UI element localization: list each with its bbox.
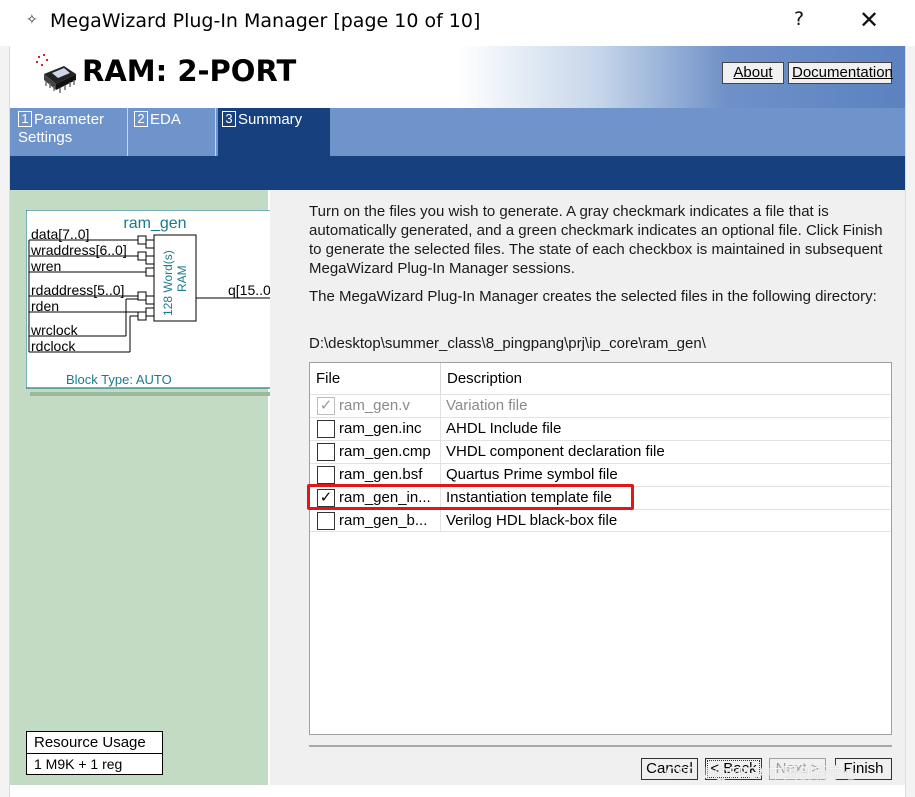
tab-number: 3 <box>222 111 236 127</box>
description-cell: Verilog HDL black-box file <box>446 512 618 529</box>
header-banner: RAM: 2-PORT About Documentation <box>10 46 905 108</box>
block-diagram: ram_gen 128 Word(s) RAM data[7..0] wradd… <box>26 210 288 396</box>
resource-usage-box: Resource Usage 1 M9K + 1 reg <box>26 731 163 775</box>
help-button[interactable]: ? <box>786 8 812 38</box>
table-row: ram_gen_b... Verilog HDL black-box file <box>310 509 891 532</box>
description-cell: Quartus Prime symbol file <box>446 466 618 483</box>
file-checkbox[interactable] <box>317 512 335 530</box>
file-cell: ram_gen.bsf <box>310 464 441 486</box>
tab-strip: 1 Parameter Settings 2 EDA 3 Summary <box>10 108 905 156</box>
table-row: ram_gen.cmp VHDL component declaration f… <box>310 440 891 463</box>
resource-usage-title: Resource Usage <box>27 732 162 754</box>
file-cell: ✓ ram_gen.v <box>310 395 441 417</box>
resource-usage-value: 1 M9K + 1 reg <box>34 756 123 772</box>
file-name: ram_gen.cmp <box>339 443 431 460</box>
ram-label-words: 128 Word(s) <box>161 250 175 316</box>
close-button[interactable]: ✕ <box>852 6 886 40</box>
file-cell: ram_gen.cmp <box>310 441 441 463</box>
ram-label-ram: RAM <box>175 265 189 292</box>
tab-label: EDA <box>150 111 181 128</box>
tab-eda[interactable]: 2 EDA <box>130 108 216 156</box>
table-row: ram_gen.bsf Quartus Prime symbol file <box>310 463 891 486</box>
file-checkbox[interactable]: ✓ <box>317 397 335 415</box>
column-header-file[interactable]: File <box>310 363 441 394</box>
file-cell: ram_gen_b... <box>310 510 441 532</box>
watermark: CSDN @FPGA中国创新中心 <box>666 764 859 782</box>
table-row: ✓ ram_gen.v Variation file <box>310 394 891 417</box>
directory-intro-text: The MegaWizard Plug-In Manager creates t… <box>309 288 877 305</box>
file-checkbox[interactable] <box>317 420 335 438</box>
window-title: MegaWizard Plug-In Manager [page 10 of 1… <box>50 10 481 32</box>
file-name: ram_gen.bsf <box>339 466 423 483</box>
description-cell: AHDL Include file <box>446 420 562 437</box>
background-window-right <box>905 46 915 797</box>
page-title: RAM: 2-PORT <box>82 54 297 88</box>
title-bar: ✧ MegaWizard Plug-In Manager [page 10 of… <box>0 0 915 46</box>
background-window-left <box>0 46 10 797</box>
instructions-text: Turn on the files you wish to generate. … <box>309 203 883 277</box>
separator <box>309 745 892 747</box>
tab-number: 1 <box>18 111 32 127</box>
about-button[interactable]: About <box>722 62 784 84</box>
file-checkbox[interactable] <box>317 466 335 484</box>
file-table: File Description ✓ ram_gen.v Variation f… <box>309 362 892 735</box>
block-type: Block Type: AUTO <box>66 372 172 387</box>
highlight-annotation <box>307 484 634 510</box>
table-row: ram_gen.inc AHDL Include file <box>310 417 891 440</box>
column-header-description[interactable]: Description <box>441 363 891 394</box>
diagram-shadow <box>30 392 286 396</box>
documentation-button[interactable]: Documentation <box>788 62 893 84</box>
file-name: ram_gen.v <box>339 397 410 414</box>
tab-number: 2 <box>134 111 148 127</box>
file-checkbox[interactable] <box>317 443 335 461</box>
file-cell: ram_gen.inc <box>310 418 441 440</box>
tab-content-bar <box>10 156 905 190</box>
file-name: ram_gen.inc <box>339 420 422 437</box>
output-directory: D:\desktop\summer_class\8_pingpang\prj\i… <box>309 335 706 352</box>
tab-label: Summary <box>238 111 303 128</box>
description-cell: VHDL component declaration file <box>446 443 665 460</box>
description-cell: Variation file <box>446 397 528 414</box>
tab-parameter-settings[interactable]: 1 Parameter Settings <box>14 108 128 156</box>
chip-icon <box>36 54 76 93</box>
instance-name: ram_gen <box>123 215 186 232</box>
signal-q: q[15..0] <box>228 282 275 298</box>
tab-summary[interactable]: 3 Summary <box>218 108 330 156</box>
wand-icon: ✧ <box>26 12 38 28</box>
file-name: ram_gen_b... <box>339 512 428 529</box>
